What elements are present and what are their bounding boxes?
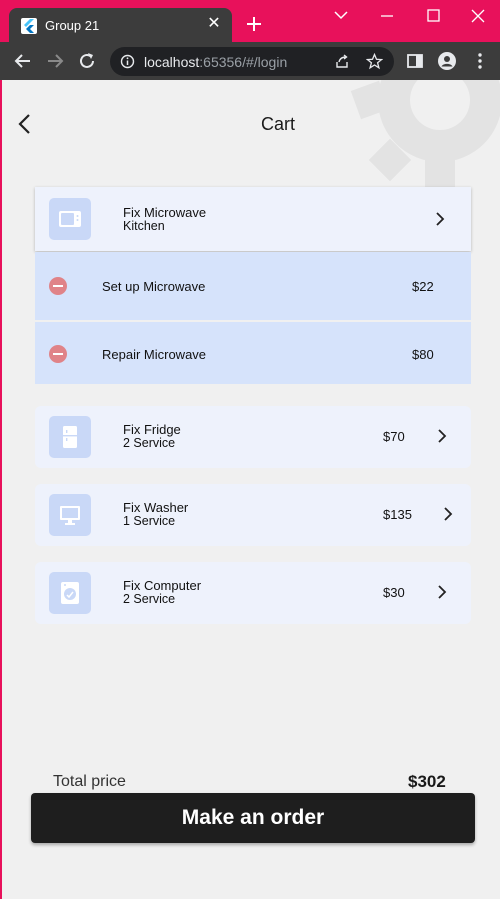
- tab-close-icon[interactable]: ✕: [204, 14, 224, 34]
- total-price-value: $302: [408, 772, 446, 791]
- reload-icon[interactable]: [77, 51, 97, 71]
- back-arrow-icon[interactable]: [13, 51, 33, 71]
- gear-background-icon: [350, 80, 500, 190]
- service-row: Repair Microwave $80: [35, 322, 471, 384]
- address-bar[interactable]: localhost:65356/#/login: [110, 47, 394, 76]
- remove-circle-icon[interactable]: [49, 277, 67, 295]
- service-name: Set up Microwave: [102, 279, 206, 294]
- remove-circle-icon[interactable]: [49, 345, 67, 363]
- cart-item-price: $70: [383, 429, 405, 444]
- chevron-right-icon[interactable]: [441, 507, 455, 521]
- service-price: $80: [412, 347, 434, 362]
- washer-icon: [49, 572, 91, 614]
- star-icon[interactable]: [365, 52, 384, 75]
- url-path: :65356/#/login: [199, 54, 288, 70]
- monitor-icon: [49, 494, 91, 536]
- page-title: Cart: [260, 114, 295, 134]
- total-price-label: Total price: [53, 773, 126, 790]
- flutter-logo-icon: [21, 18, 37, 34]
- cart-item-title: Fix Computer: [123, 578, 202, 593]
- tab-title: Group 21: [45, 18, 100, 33]
- menu-kebab-icon[interactable]: [470, 51, 490, 71]
- chevron-right-icon[interactable]: [435, 585, 449, 599]
- profile-avatar-icon[interactable]: [437, 51, 457, 71]
- new-tab-icon[interactable]: [244, 14, 264, 34]
- maximize-icon[interactable]: [421, 6, 445, 26]
- service-row: Set up Microwave $22: [35, 252, 471, 320]
- fridge-icon: [49, 416, 91, 458]
- microwave-icon: [49, 198, 91, 240]
- side-panel-icon[interactable]: [405, 51, 425, 71]
- url-text[interactable]: localhost:65356/#/login: [144, 54, 287, 70]
- cart-item-subtitle: Kitchen: [123, 219, 165, 233]
- browser-titlebar: Group 21 ✕: [0, 0, 500, 42]
- cart-item-title: Fix Washer: [123, 500, 189, 515]
- forward-arrow-icon[interactable]: [45, 51, 65, 71]
- cart-item-computer[interactable]: Fix Computer 2 Service $30: [35, 562, 471, 624]
- cart-item-fridge[interactable]: Fix Fridge 2 Service $70: [35, 406, 471, 468]
- cart-item-washer[interactable]: Fix Washer 1 Service $135: [35, 484, 471, 546]
- chevron-right-icon[interactable]: [435, 429, 449, 443]
- service-price: $22: [412, 279, 434, 294]
- service-name: Repair Microwave: [102, 347, 207, 362]
- cart-item-subtitle: 1 Service: [123, 514, 176, 528]
- cart-item-title: Fix Fridge: [123, 422, 181, 437]
- browser-tab[interactable]: Group 21 ✕: [9, 8, 232, 42]
- cart-item-title: Fix Microwave: [123, 205, 207, 220]
- url-host: localhost: [144, 54, 200, 70]
- cart-item-microwave[interactable]: Fix Microwave Kitchen: [35, 187, 471, 251]
- chevron-down-icon[interactable]: [329, 6, 353, 26]
- cart-item-subtitle: 2 Service: [123, 592, 176, 606]
- cart-item-price: $30: [383, 585, 405, 600]
- browser-toolbar: localhost:65356/#/login: [0, 42, 500, 80]
- info-icon[interactable]: [120, 54, 135, 74]
- share-icon[interactable]: [334, 53, 351, 75]
- minimize-icon[interactable]: [375, 6, 399, 26]
- chevron-right-icon[interactable]: [433, 212, 447, 226]
- close-window-icon[interactable]: [466, 6, 490, 26]
- cart-item-subtitle: 2 Service: [123, 436, 176, 450]
- make-order-button[interactable]: Make an order: [31, 793, 475, 843]
- app-screen: Cart Fix Microwave Kitchen Set up Microw…: [0, 80, 500, 899]
- cart-item-price: $135: [383, 507, 412, 522]
